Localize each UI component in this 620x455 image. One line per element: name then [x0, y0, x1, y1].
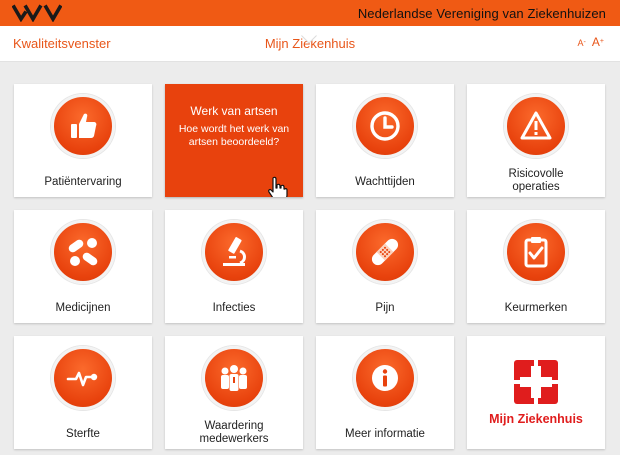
tile-label: Infecties: [212, 302, 256, 314]
thumbs-up-icon: [71, 113, 97, 138]
microscope-icon: [223, 237, 246, 266]
bandage-icon: [371, 238, 399, 266]
tile-risicovolle-operaties[interactable]: Risicovolle operaties: [467, 84, 605, 197]
tile-label: Risicovolle operaties: [508, 168, 564, 193]
tile-pijn[interactable]: Pijn: [316, 210, 454, 323]
tile-label: Meer informatie: [345, 428, 425, 440]
tile-keurmerken[interactable]: Keurmerken: [467, 210, 605, 323]
info-icon: [372, 365, 398, 391]
tile-description: Hoe wordt het werk van artsen beoordeeld…: [178, 123, 290, 148]
tile-label: Patiëntervaring: [44, 176, 122, 188]
tile-werk-van-artsen[interactable]: Werk van artsen Hoe wordt het werk van a…: [165, 84, 303, 197]
tile-label: Keurmerken: [504, 302, 568, 314]
tile-title: Werk van artsen: [190, 104, 278, 118]
tile-sterfte[interactable]: Sterfte: [14, 336, 152, 449]
tile-label: Sterfte: [66, 428, 100, 440]
tile-label: Medicijnen: [55, 302, 111, 314]
tile-infecties[interactable]: Infecties: [165, 210, 303, 323]
heartbeat-icon: [66, 371, 98, 387]
category-grid: Patiëntervaring Werk van artsen Hoe word…: [0, 0, 620, 455]
staff-group-icon: [221, 365, 247, 391]
hospital-cross-icon: [514, 360, 558, 404]
tile-label: Mijn Ziekenhuis: [489, 412, 583, 426]
pills-icon: [68, 238, 98, 266]
tile-label: Waardering medewerkers: [199, 420, 269, 445]
clipboard-check-icon: [524, 237, 548, 268]
tile-label: Wachttijden: [355, 176, 415, 188]
tile-waardering-medewerkers[interactable]: Waardering medewerkers: [165, 336, 303, 449]
tile-mijn-ziekenhuis[interactable]: Mijn Ziekenhuis: [467, 336, 605, 449]
tile-wachttijden[interactable]: Wachttijden: [316, 84, 454, 197]
tile-label: Pijn: [375, 302, 395, 314]
clock-icon: [370, 111, 400, 141]
warning-icon: [520, 111, 552, 140]
tile-meer-informatie[interactable]: Meer informatie: [316, 336, 454, 449]
tile-medicijnen[interactable]: Medicijnen: [14, 210, 152, 323]
tile-patientervaring[interactable]: Patiëntervaring: [14, 84, 152, 197]
hand-cursor-icon: [268, 176, 288, 197]
